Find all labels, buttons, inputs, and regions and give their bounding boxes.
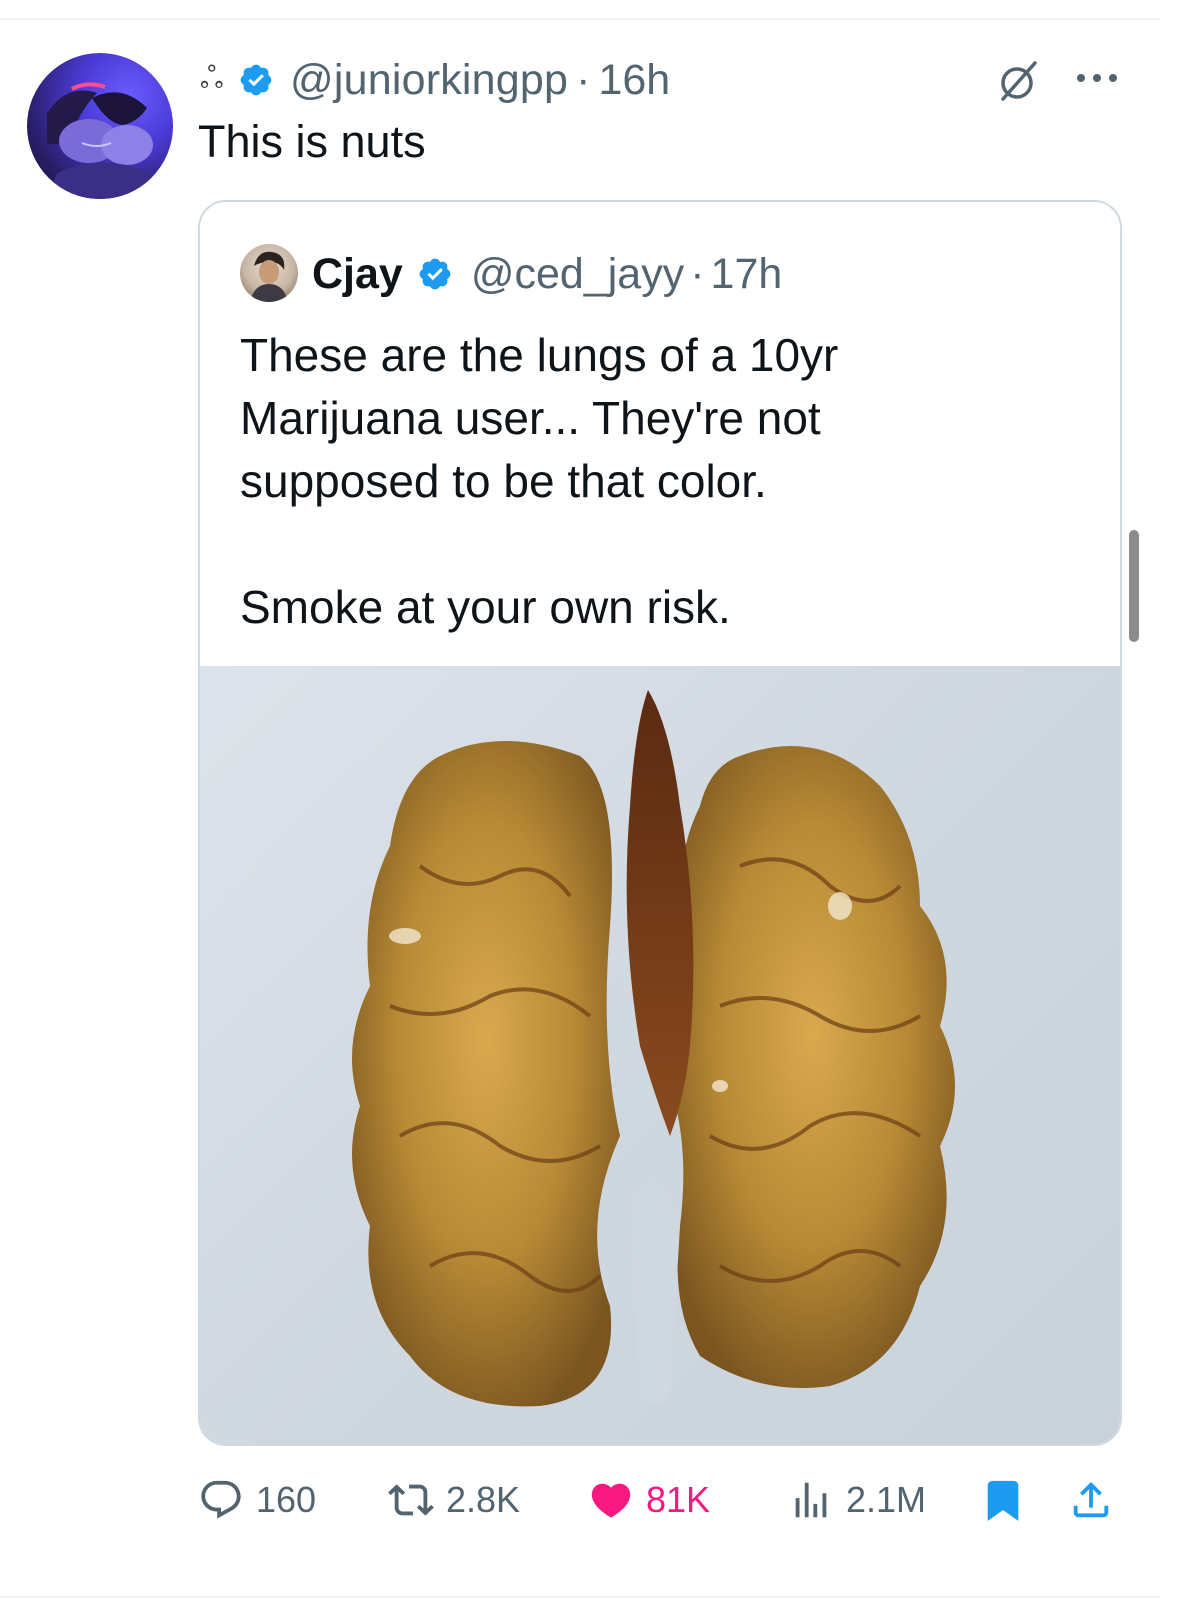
reply-button[interactable]: 160 — [198, 1468, 316, 1532]
tweet-page: ஃ @juniorkingpp · 16h This is nuts Cjay — [0, 0, 1179, 1609]
verified-icon[interactable] — [417, 256, 453, 292]
more-icon[interactable] — [1075, 64, 1119, 92]
top-divider — [0, 18, 1160, 20]
separator: · — [576, 55, 591, 104]
tweet-text: This is nuts — [198, 116, 426, 167]
bookmark-button[interactable] — [980, 1468, 1026, 1532]
tweet-actions: 160 2.8K 81K 2.1M — [198, 1468, 1118, 1532]
quoted-text-line: These are the lungs of a 10yr — [240, 329, 839, 381]
quoted-tweet[interactable]: Cjay @ced_jayy · 17h These are the lungs… — [198, 200, 1122, 1446]
quoted-author-name[interactable]: Cjay — [312, 250, 403, 299]
views-count: 2.1M — [846, 1479, 927, 1520]
like-button[interactable]: 81K — [588, 1468, 710, 1532]
reply-count: 160 — [256, 1479, 317, 1520]
quoted-avatar[interactable] — [240, 244, 298, 302]
avatar-art — [47, 82, 157, 199]
share-icon — [1073, 1481, 1109, 1518]
quoted-text-closing: Smoke at your own risk. — [240, 581, 731, 633]
like-icon — [591, 1483, 631, 1518]
retweet-button[interactable]: 2.8K — [388, 1468, 520, 1532]
avatar[interactable] — [27, 53, 173, 199]
views-button[interactable]: 2.1M — [788, 1468, 926, 1532]
retweet-count: 2.8K — [446, 1479, 521, 1520]
reply-icon — [201, 1480, 241, 1519]
quoted-text-line: Marijuana user... They're not — [240, 392, 821, 444]
tweet-header: ஃ @juniorkingpp · 16h — [200, 52, 670, 108]
verified-icon[interactable] — [238, 62, 274, 98]
bookmark-icon — [987, 1480, 1019, 1521]
bottom-divider — [0, 1596, 1160, 1598]
share-button[interactable] — [1068, 1468, 1114, 1532]
views-icon — [795, 1482, 827, 1518]
separator: · — [690, 249, 705, 298]
like-count: 81K — [646, 1479, 711, 1520]
name-emoji: ஃ — [200, 60, 224, 96]
quoted-text-line: supposed to be that color. — [240, 455, 767, 507]
author-handle[interactable]: @juniorkingpp — [290, 56, 568, 105]
scrollbar[interactable] — [1129, 530, 1139, 642]
quoted-timestamp[interactable]: 17h — [711, 250, 783, 299]
walnut-photo[interactable] — [200, 666, 1120, 1444]
retweet-icon — [388, 1484, 434, 1516]
grok-icon[interactable] — [995, 57, 1043, 105]
timestamp[interactable]: 16h — [598, 56, 670, 105]
quoted-text: These are the lungs of a 10yr Marijuana … — [240, 324, 1100, 639]
quoted-header: Cjay @ced_jayy · 17h — [312, 242, 782, 306]
quoted-avatar-art — [250, 251, 288, 302]
quoted-author-handle[interactable]: @ced_jayy — [471, 250, 684, 299]
walnut-image — [352, 690, 955, 1407]
